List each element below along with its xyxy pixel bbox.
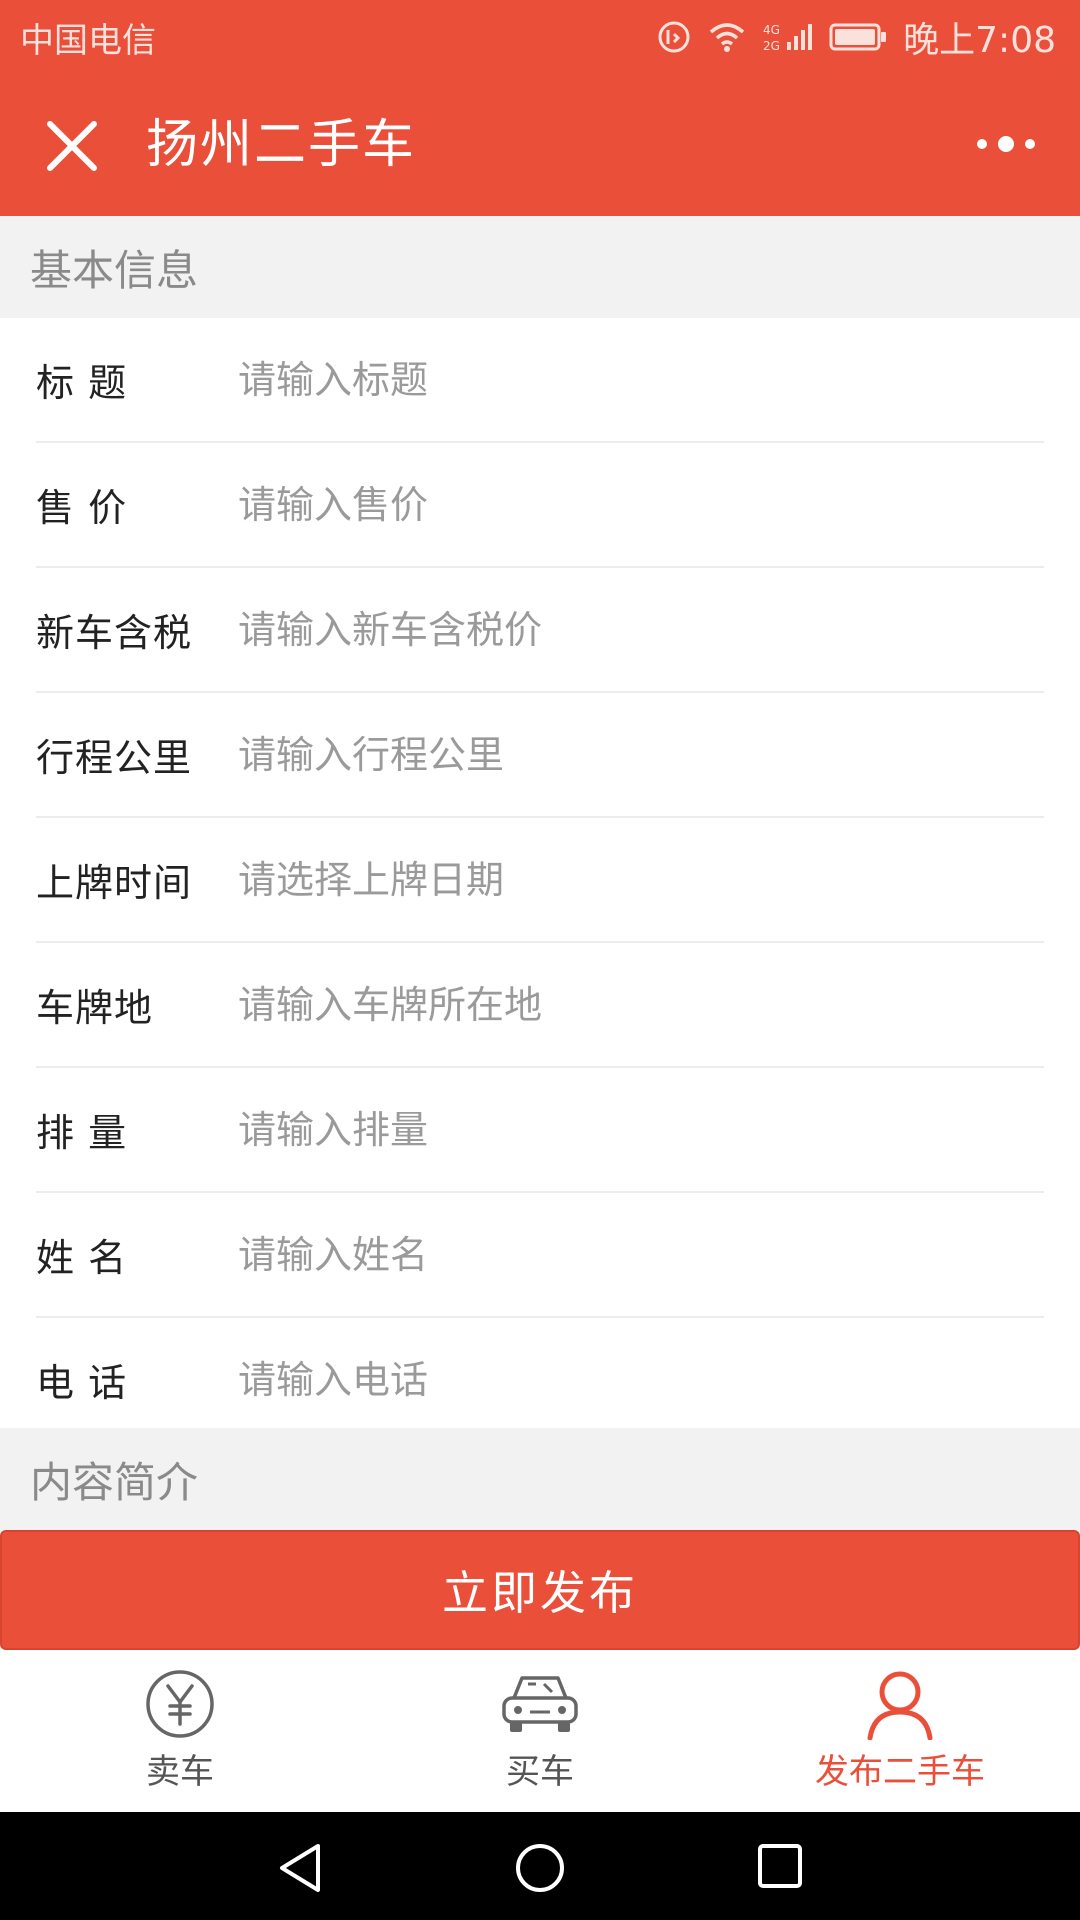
basic-info-form: 标 题 售 价 新车含税 行程公里 上牌时间 车牌地 排 量 姓 名 电 话 xyxy=(0,318,1080,1441)
clock: 晚上7:08 xyxy=(903,20,1056,61)
bottom-tab-bar: 卖车 买车 发布二手车 xyxy=(0,1650,1080,1812)
new-car-price-input[interactable] xyxy=(238,607,1044,652)
section-header-basic-info: 基本信息 xyxy=(0,216,1080,318)
phone-input[interactable] xyxy=(238,1357,1044,1402)
nav-bar: 扬州二手车 xyxy=(0,74,1080,216)
close-button[interactable] xyxy=(44,118,100,174)
form-row-title: 标 题 xyxy=(36,318,1044,443)
registration-date-picker[interactable] xyxy=(238,857,1044,902)
system-nav-bar xyxy=(0,1812,1080,1920)
field-label: 售 价 xyxy=(36,486,128,530)
field-label: 车牌地 xyxy=(36,986,154,1030)
hd-call-icon xyxy=(657,20,691,54)
yuan-circle-icon xyxy=(146,1670,214,1738)
wifi-icon xyxy=(707,20,747,54)
form-row-price: 售 价 xyxy=(36,443,1044,568)
form-row-plate-location: 车牌地 xyxy=(36,943,1044,1068)
section-title: 内容简介 xyxy=(30,1457,199,1507)
status-bar: 中国电信 4G 2G 晚上7:08 xyxy=(0,0,1080,74)
field-label: 新车含税 xyxy=(36,611,193,655)
price-input[interactable] xyxy=(238,482,1044,527)
section-title: 基本信息 xyxy=(30,245,199,295)
tab-label: 卖车 xyxy=(146,1752,214,1792)
system-home-button[interactable] xyxy=(514,1842,566,1898)
car-icon xyxy=(502,1676,578,1732)
form-row-registration-date: 上牌时间 xyxy=(36,818,1044,943)
name-input[interactable] xyxy=(238,1232,1044,1277)
more-dots-icon xyxy=(977,136,1035,152)
field-label: 电 话 xyxy=(36,1361,128,1405)
system-back-button[interactable] xyxy=(276,1842,324,1898)
mileage-input[interactable] xyxy=(238,732,1044,777)
form-row-name: 姓 名 xyxy=(36,1193,1044,1318)
tab-publish-used-car[interactable]: 发布二手车 xyxy=(720,1650,1080,1812)
field-label: 上牌时间 xyxy=(36,861,193,905)
field-label: 标 题 xyxy=(36,361,128,405)
svg-text:2G: 2G xyxy=(763,39,780,53)
tab-sell-car[interactable]: 卖车 xyxy=(0,1650,360,1812)
publish-button[interactable]: 立即发布 xyxy=(0,1530,1080,1650)
battery-icon xyxy=(829,22,887,52)
title-input[interactable] xyxy=(238,357,1044,402)
form-row-phone: 电 话 xyxy=(36,1318,1044,1441)
form-row-new-car-price: 新车含税 xyxy=(36,568,1044,693)
system-recents-button[interactable] xyxy=(756,1842,804,1894)
signal-icon: 4G 2G xyxy=(763,20,813,54)
tab-buy-car[interactable]: 买车 xyxy=(360,1650,720,1812)
status-icons: 4G 2G 晚上7:08 xyxy=(657,11,1056,63)
carrier-name: 中国电信 xyxy=(20,20,156,61)
tab-label: 发布二手车 xyxy=(815,1752,985,1792)
section-header-content-intro: 内容简介 xyxy=(0,1428,1080,1530)
plate-location-input[interactable] xyxy=(238,982,1044,1027)
form-row-mileage: 行程公里 xyxy=(36,693,1044,818)
more-button[interactable] xyxy=(972,124,1040,164)
home-circle-icon xyxy=(516,1844,564,1892)
recents-square-icon xyxy=(758,1844,802,1888)
displacement-input[interactable] xyxy=(238,1107,1044,1152)
field-label: 行程公里 xyxy=(36,736,193,780)
close-icon xyxy=(47,121,97,171)
back-triangle-icon xyxy=(280,1844,320,1892)
field-label: 姓 名 xyxy=(36,1236,128,1280)
field-label: 排 量 xyxy=(36,1111,128,1155)
svg-text:4G: 4G xyxy=(763,23,780,37)
person-icon xyxy=(867,1671,933,1740)
page-title: 扬州二手车 xyxy=(146,115,417,175)
form-row-displacement: 排 量 xyxy=(36,1068,1044,1193)
tab-label: 买车 xyxy=(506,1752,574,1792)
